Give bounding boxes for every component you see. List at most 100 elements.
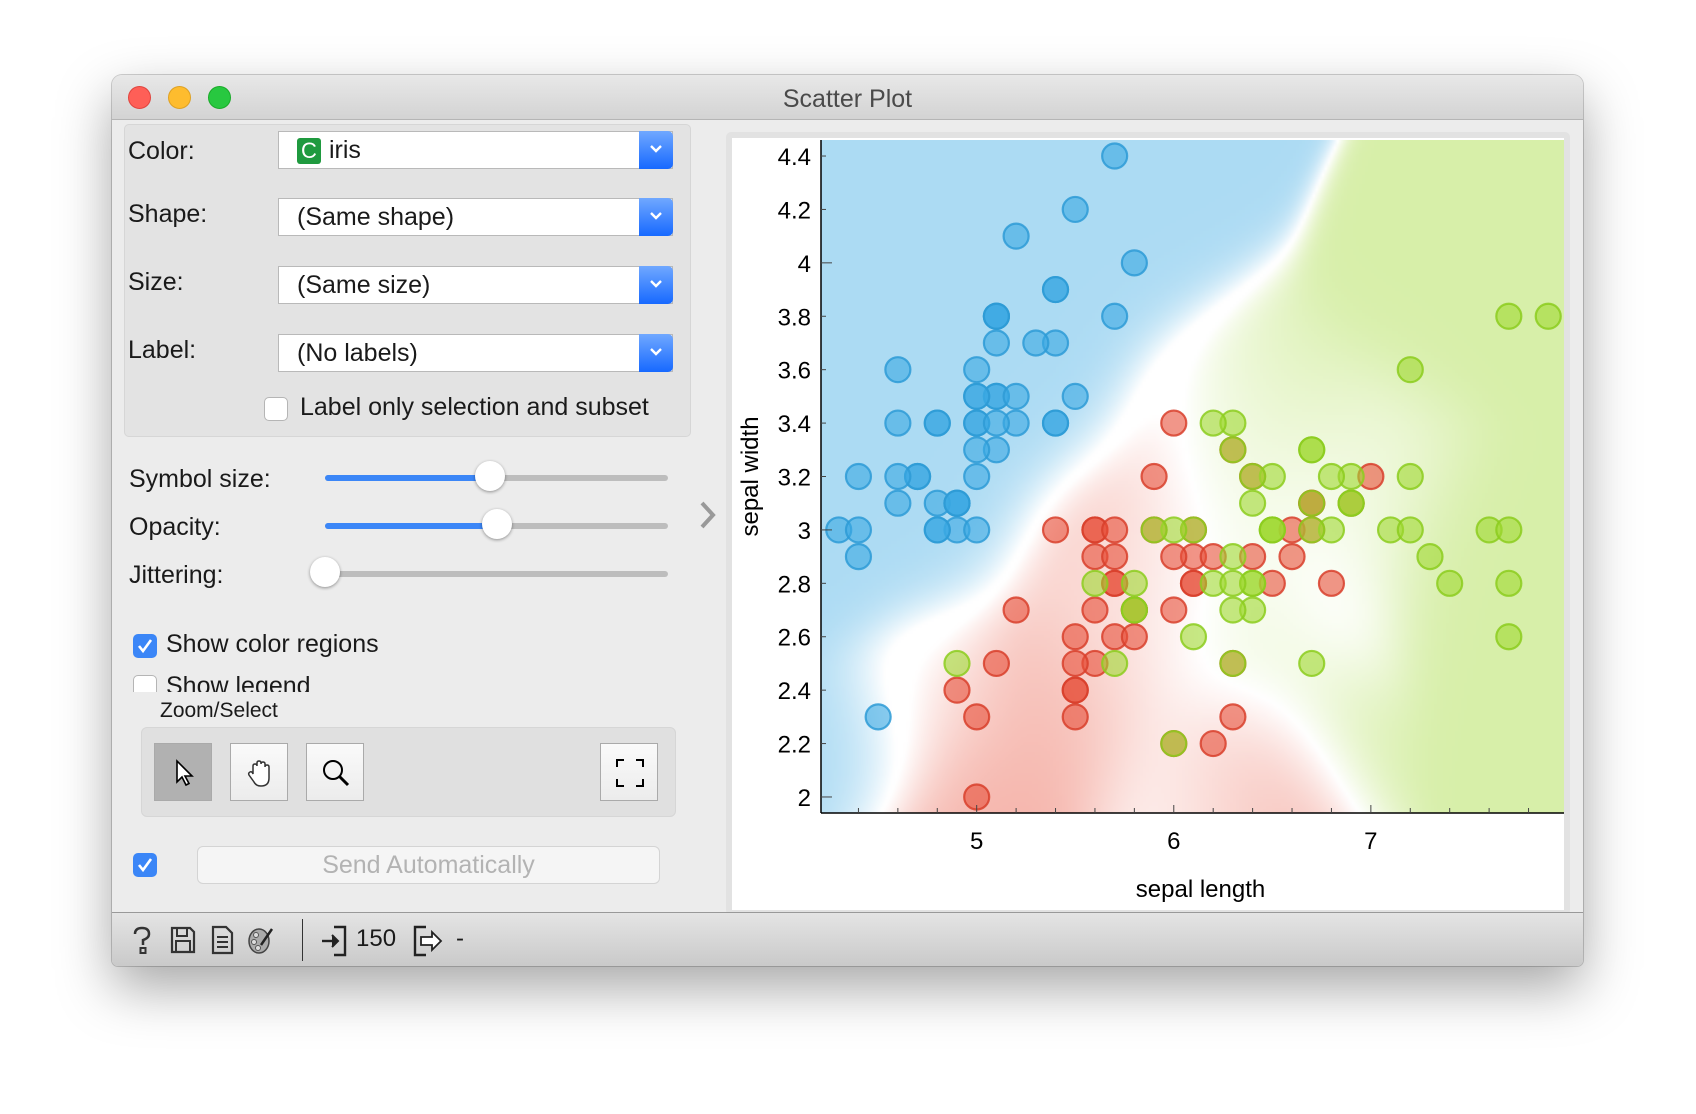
data-point-iris-versicolor[interactable] (1160, 543, 1188, 571)
data-point-iris-setosa[interactable] (982, 302, 1011, 330)
data-point-iris-setosa[interactable] (963, 516, 991, 544)
data-point-iris-virginica[interactable] (1317, 462, 1346, 491)
data-point-iris-setosa[interactable] (884, 462, 912, 491)
data-point-iris-virginica[interactable] (943, 649, 971, 678)
data-point-iris-setosa[interactable] (982, 329, 1011, 357)
data-point-iris-versicolor[interactable] (1002, 596, 1030, 624)
data-point-iris-setosa[interactable] (1061, 195, 1089, 224)
data-point-iris-setosa[interactable] (884, 356, 912, 384)
data-point-iris-virginica[interactable] (1495, 302, 1523, 330)
data-point-iris-virginica[interactable] (1219, 569, 1247, 597)
data-point-iris-virginica[interactable] (1219, 596, 1247, 624)
data-point-iris-setosa[interactable] (1002, 222, 1030, 250)
data-point-iris-setosa[interactable] (1120, 249, 1148, 277)
input-icon[interactable] (320, 925, 350, 957)
data-point-iris-versicolor[interactable] (1140, 462, 1168, 491)
data-point-iris-versicolor[interactable] (1160, 596, 1188, 624)
scatter-plot-chart[interactable]: 5 6 7 2 2.2 2.4 2.6 2.8 3 3.2 3.4 3.6 3.8 4 4.2 4.4 sep… (112, 75, 1583, 966)
data-point-iris-virginica[interactable] (1298, 436, 1326, 464)
color-regions (821, 140, 1564, 813)
data-point-iris-setosa[interactable] (963, 382, 991, 410)
data-point-iris-virginica[interactable] (1219, 543, 1247, 571)
output-icon[interactable] (412, 925, 446, 957)
data-point-iris-versicolor[interactable] (1160, 409, 1188, 437)
data-point-iris-setosa[interactable] (982, 409, 1011, 437)
data-point-iris-virginica[interactable] (1120, 596, 1148, 624)
data-point-iris-setosa[interactable] (963, 462, 991, 491)
data-point-iris-virginica[interactable] (1495, 569, 1523, 597)
data-point-iris-versicolor[interactable] (982, 649, 1011, 678)
data-point-iris-setosa[interactable] (1101, 302, 1129, 330)
data-point-iris-versicolor[interactable] (1101, 516, 1129, 544)
data-point-iris-virginica[interactable] (1396, 516, 1424, 544)
data-point-iris-virginica[interactable] (1298, 649, 1326, 678)
data-point-iris-virginica[interactable] (1140, 516, 1168, 544)
data-point-iris-virginica[interactable] (1396, 356, 1424, 384)
data-point-iris-virginica[interactable] (1160, 729, 1188, 758)
data-point-iris-setosa[interactable] (844, 462, 873, 491)
data-point-iris-setosa[interactable] (1022, 329, 1050, 357)
data-point-iris-setosa[interactable] (864, 703, 892, 731)
data-point-iris-setosa[interactable] (1002, 382, 1030, 410)
data-point-iris-virginica[interactable] (1495, 623, 1523, 651)
data-point-iris-versicolor[interactable] (1061, 649, 1089, 678)
report-icon[interactable] (211, 925, 235, 955)
data-point-iris-virginica[interactable] (1298, 489, 1326, 517)
data-point-iris-versicolor[interactable] (1219, 703, 1247, 731)
y-tick-label: 3.2 (778, 465, 811, 492)
data-point-iris-virginica[interactable] (1081, 569, 1109, 597)
palette-icon[interactable] (247, 925, 275, 955)
data-point-iris-virginica[interactable] (1120, 569, 1148, 597)
y-tick-label: 2.8 (778, 571, 811, 598)
data-point-iris-virginica[interactable] (1396, 462, 1424, 491)
data-point-iris-virginica[interactable] (1416, 543, 1444, 571)
data-point-iris-setosa[interactable] (844, 516, 873, 544)
data-point-iris-virginica[interactable] (1239, 489, 1267, 517)
data-point-iris-setosa[interactable] (884, 409, 912, 437)
y-tick-label: 2.6 (778, 625, 811, 652)
status-divider (302, 919, 303, 961)
data-point-iris-setosa[interactable] (884, 489, 912, 517)
y-axis-label: sepal width (737, 416, 764, 536)
data-point-iris-versicolor[interactable] (963, 703, 991, 731)
data-point-iris-virginica[interactable] (1534, 302, 1562, 330)
data-point-iris-virginica[interactable] (1298, 516, 1326, 544)
data-point-iris-versicolor[interactable] (1199, 729, 1227, 758)
data-point-iris-virginica[interactable] (1179, 623, 1208, 651)
data-point-iris-virginica[interactable] (1101, 649, 1129, 678)
data-point-iris-setosa[interactable] (844, 543, 873, 571)
data-point-iris-versicolor[interactable] (1317, 569, 1346, 597)
data-point-iris-versicolor[interactable] (1101, 543, 1129, 571)
data-point-iris-setosa[interactable] (1041, 409, 1070, 437)
data-point-iris-virginica[interactable] (1258, 516, 1286, 544)
data-point-iris-versicolor[interactable] (1041, 516, 1070, 544)
save-icon[interactable] (170, 925, 196, 955)
data-point-iris-versicolor[interactable] (1120, 623, 1148, 651)
data-point-iris-virginica[interactable] (1219, 649, 1247, 678)
data-point-iris-versicolor[interactable] (1081, 596, 1109, 624)
data-point-iris-virginica[interactable] (1495, 516, 1523, 544)
y-tick-label: 4.2 (778, 197, 811, 224)
data-point-iris-setosa[interactable] (943, 489, 971, 517)
y-tick-label: 3.6 (778, 358, 811, 385)
data-point-iris-setosa[interactable] (963, 356, 991, 384)
data-point-iris-virginica[interactable] (1239, 462, 1267, 491)
data-point-iris-setosa[interactable] (1041, 275, 1070, 304)
status-bar: 150 - (112, 912, 1583, 966)
data-point-iris-setosa[interactable] (923, 516, 951, 544)
data-point-iris-versicolor[interactable] (1061, 676, 1089, 704)
data-point-iris-virginica[interactable] (1219, 436, 1247, 464)
data-point-iris-versicolor[interactable] (1061, 703, 1089, 731)
data-point-iris-setosa[interactable] (1061, 382, 1089, 410)
y-tick-label: 4.4 (778, 144, 811, 171)
help-icon[interactable] (130, 925, 154, 955)
data-point-iris-setosa[interactable] (963, 436, 991, 464)
data-point-iris-setosa[interactable] (1101, 142, 1129, 170)
data-point-iris-setosa[interactable] (923, 409, 951, 437)
data-point-iris-versicolor[interactable] (1061, 623, 1089, 651)
data-point-iris-versicolor[interactable] (943, 676, 971, 704)
data-point-iris-versicolor[interactable] (1278, 543, 1306, 571)
data-point-iris-virginica[interactable] (1337, 489, 1365, 517)
data-point-iris-virginica[interactable] (1199, 409, 1227, 437)
data-point-iris-virginica[interactable] (1436, 569, 1464, 597)
